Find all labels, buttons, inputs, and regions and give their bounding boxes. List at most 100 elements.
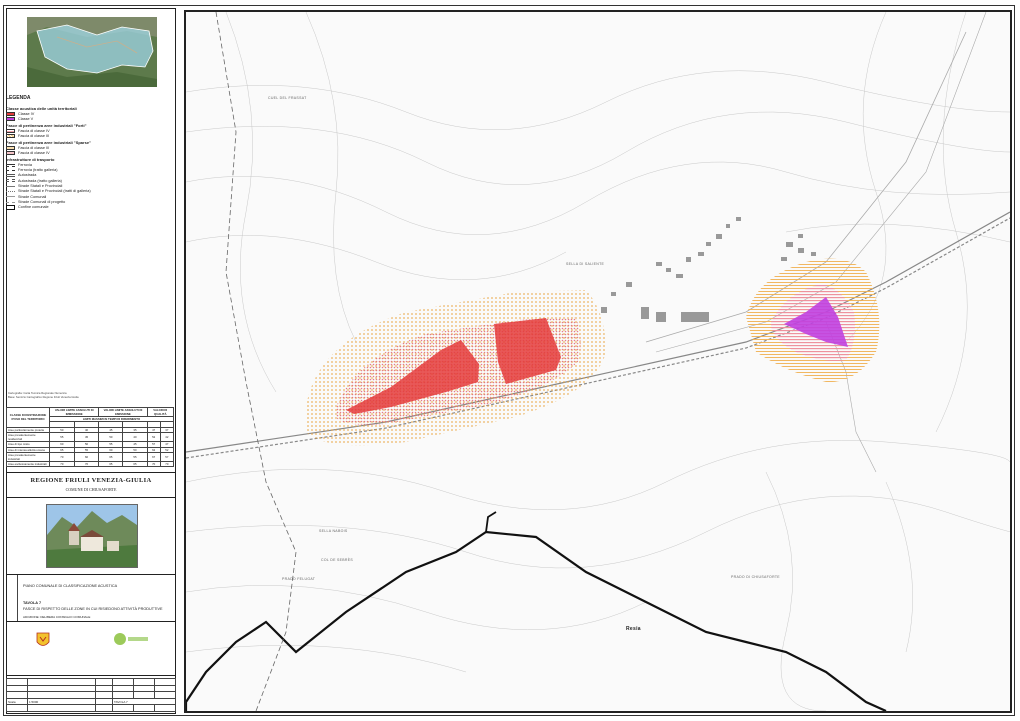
place-label: PRADO FELUGAT [282, 577, 316, 581]
table-cell: 42 [159, 432, 175, 443]
table-cell: 67 [146, 451, 161, 462]
tavola-code: TAVOLA 7 [112, 697, 176, 706]
legend-label: Ferrovia [18, 162, 32, 167]
municipal-road-symbol [6, 196, 15, 198]
table-cell-class: Aree prevalentemente residenziali [6, 432, 50, 443]
table-cell: 45 [73, 432, 100, 443]
legend-label: Strade Statali e Provinciali [18, 184, 63, 189]
legend-label: Confine comunale [18, 205, 49, 210]
tavola-number: TAVOLA 7 [23, 601, 42, 605]
legend-label: Ferrovia (tratto galleria) [18, 168, 58, 173]
table-row: Aree esclusivamente industriali 70 70 65 65 7… [6, 460, 175, 468]
plan-adoption-line: ADOZIONE: DELIBERA CONSIGLIO COMUNALE [23, 615, 91, 619]
region-name: REGIONE FRIULI VENEZIA-GIULIA [30, 477, 152, 484]
legend-label: Classe IV [18, 111, 35, 116]
logos-block [6, 622, 176, 676]
comune-name: COMUNE DI CHIUSAFORTE [65, 487, 117, 492]
table-header-quality: VALORI DI QUALITÀ [146, 407, 175, 417]
plan-side-label [6, 575, 18, 621]
table-cell-class: Aree prevalentemente industriali [6, 451, 50, 462]
regional-coat-of-arms-logo [36, 632, 50, 646]
legend-item: Confine comunale [6, 205, 91, 210]
municipal-border-symbol [6, 205, 15, 210]
source-note-line: Base: Servizio Cartografico Regione Friu… [8, 395, 79, 400]
legend-item: Classe V [6, 117, 91, 122]
village-photo [46, 504, 138, 568]
legend-label: Strade Comunali [18, 194, 47, 199]
scale-label: Scala [6, 697, 28, 706]
legend-item: Fascia di classe III [6, 134, 91, 139]
place-label: SELLA NABOIS [319, 529, 348, 533]
table-header-emission: VALORI LIMITE ASSOLUTI DI EMISSIONE [98, 407, 148, 417]
noise-limits-table: CLASSE DI DESTINAZIONE D'USO DEL TERRITO… [6, 407, 175, 468]
plan-title: PIANO COMUNALE DI CLASSIFICAZIONE ACUSTI… [23, 584, 118, 588]
place-label: PRADO DI CHIUSAFORTE [731, 575, 780, 579]
table-cell: 70 [146, 460, 161, 468]
table-row: Aree prevalentemente residenziali 55 45 50 4… [6, 432, 175, 443]
class-iv-swatch [6, 111, 15, 117]
legend-label: Classe V [18, 117, 34, 122]
revision-grid: Scala 1:5000 TAVOLA 7 [6, 678, 176, 712]
table-cell-class: Aree di intensa attività umana [6, 446, 50, 453]
locator-inset-map [27, 17, 157, 87]
map-canvas [186, 12, 1010, 711]
legend-label: Autostrada [18, 173, 37, 178]
table-cell: 65 [98, 451, 124, 462]
forti-iv-swatch [6, 128, 15, 134]
legend-label: Autostrada (tratto galleria) [18, 178, 62, 183]
planned-road-symbol [6, 201, 15, 203]
legend-acoustic-classes: Classe acustica delle unità territoriali… [6, 105, 91, 210]
motorway-tunnel-symbol [6, 179, 15, 183]
table-cell: 57 [159, 451, 175, 462]
table-cell: 70 [73, 460, 100, 468]
table-cell: 40 [122, 432, 148, 443]
legend-label: Strade Statali e Provinciali (tratti di … [18, 189, 91, 194]
label-resia: Resia [626, 626, 641, 632]
place-label: CUEL DEL FRASSAT [268, 96, 307, 100]
table-cell: 70 [49, 451, 75, 462]
consultant-logo [114, 633, 148, 645]
class-v-swatch [6, 117, 15, 122]
legend-sparse-header: Fasce di pertinenza aree industriali "Sp… [6, 140, 91, 145]
table-cell: 55 [122, 451, 148, 462]
plan-title-block: PIANO COMUNALE DI CLASSIFICAZIONE ACUSTI… [6, 574, 176, 622]
railway-symbol [6, 163, 15, 167]
table-cell: 65 [98, 460, 124, 468]
table-cell-class: Aree esclusivamente industriali [6, 460, 50, 468]
table-cell: 65 [122, 460, 148, 468]
plan-subtitle: FASCE DI RISPETTO DELLE ZONE IN CUI RISI… [23, 607, 163, 611]
table-cell: 55 [49, 432, 75, 443]
legend-title: LEGENDA [6, 95, 31, 101]
region-title-block: REGIONE FRIULI VENEZIA-GIULIA COMUNE DI … [6, 472, 176, 498]
table-header-class: CLASSE DI DESTINAZIONE D'USO DEL TERRITO… [6, 407, 50, 428]
railway-tunnel-symbol [6, 169, 15, 171]
legend-label: Fascia di classe IV [18, 151, 50, 156]
table-header-immission: VALORI LIMITE ASSOLUTI DI IMMISSIONE [48, 407, 100, 417]
table-cell: 60 [73, 451, 100, 462]
legend-label: Fascia di classe III [18, 134, 50, 139]
legend-item: Fascia di classe IV [6, 151, 91, 156]
main-map[interactable]: Resia CUEL DEL FRASSAT SELLA NABOIS PRAD… [184, 10, 1012, 713]
sparse-iv-swatch [6, 151, 15, 156]
table-cell: 50 [98, 432, 124, 443]
map-sheet: LEGENDA Classe acustica delle unità terr… [0, 0, 1020, 721]
forti-iii-swatch [6, 134, 15, 139]
state-road-tunnel-symbol [6, 191, 15, 193]
source-note: Cartografia: Carta Tecnica Regionale Num… [8, 391, 173, 399]
scale-value: 1:5000 [26, 697, 97, 706]
legend-label: Fascia di classe III [18, 145, 50, 150]
table-cell: 70 [49, 460, 75, 468]
table-cell-class: Aree particolarmente protette [6, 426, 50, 434]
legend-item: Strade Statali e Provinciali (tratti di … [6, 189, 91, 194]
place-label: SELLA DI SALIENTE [566, 262, 605, 266]
legend-label: Fascia di classe IV [18, 128, 50, 133]
motorway-symbol [6, 174, 15, 178]
place-label: COL DE SEBRÈS [321, 558, 353, 562]
table-cell: 70 [159, 460, 175, 468]
legend-label: Strade Comunali di progetto [18, 199, 66, 204]
legend-forti-header: Fasce di pertinenza aree industriali "Fo… [6, 123, 87, 128]
sparse-iii-swatch [6, 145, 15, 151]
table-cell: 52 [146, 432, 161, 443]
table-body: Aree particolarmente protette 50 40 45 35 47 3… [6, 426, 175, 468]
table-row: Aree prevalentemente industriali 70 60 65 55… [6, 451, 175, 462]
